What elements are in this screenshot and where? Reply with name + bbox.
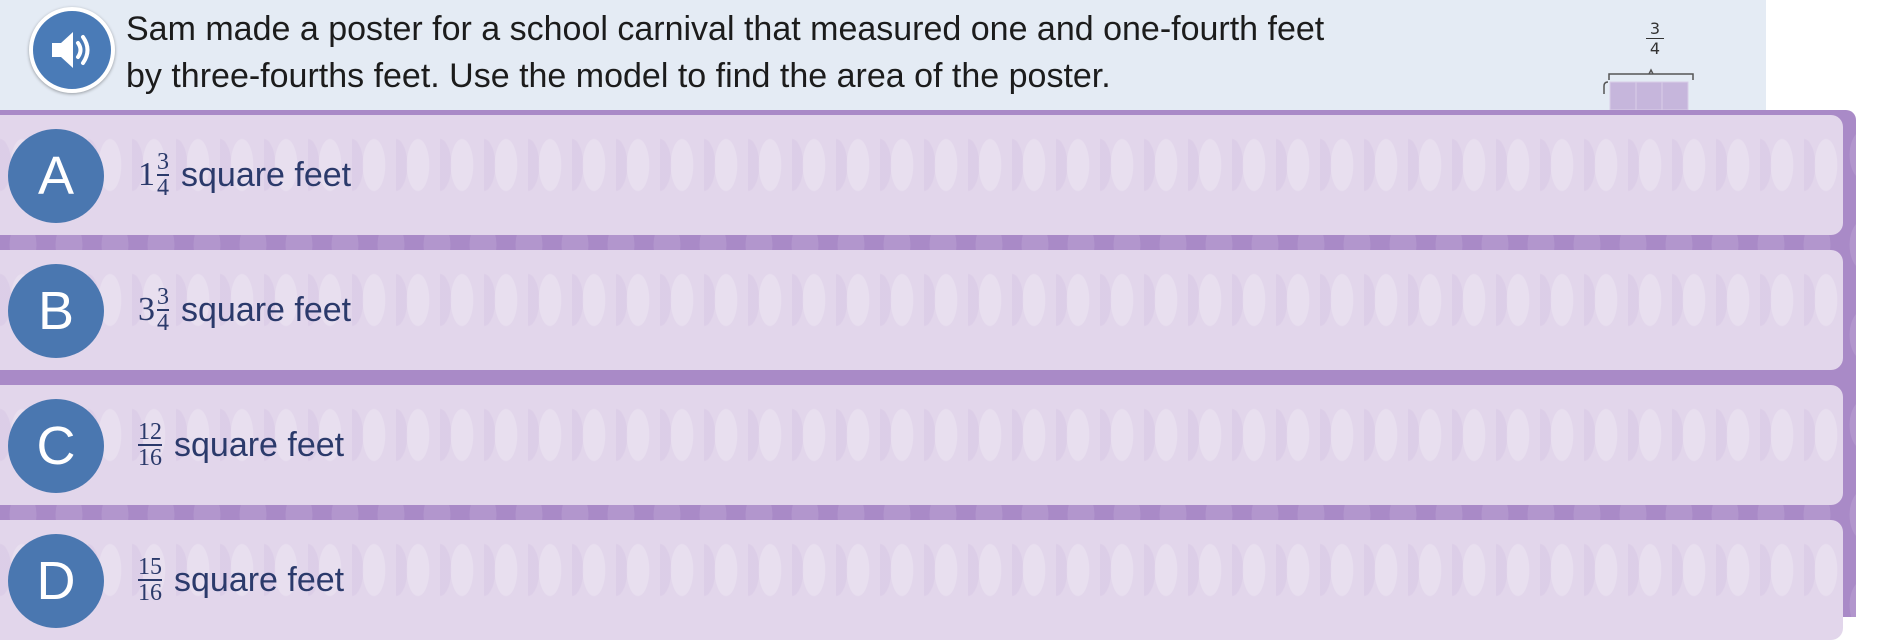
answer-choices: A 1 3 4 square feet B 3 3 4 square feet … xyxy=(0,110,1856,640)
choice-answer: 15 16 square feet xyxy=(138,520,344,640)
choice-letter-badge: C xyxy=(8,399,104,493)
question-text: Sam made a poster for a school carnival … xyxy=(126,6,1416,100)
choice-letter-badge: B xyxy=(8,264,104,358)
fraction: 12 16 xyxy=(138,419,162,471)
model-cell xyxy=(1661,81,1689,110)
model-cell xyxy=(1635,81,1663,110)
numerator: 3 xyxy=(157,149,169,175)
fraction: 3 4 xyxy=(157,284,169,336)
numerator: 15 xyxy=(138,554,162,580)
choice-answer: 12 16 square feet xyxy=(138,385,344,505)
model-width-label: 3 4 xyxy=(1640,20,1670,57)
whole-number: 1 xyxy=(138,156,155,193)
numerator: 12 xyxy=(138,419,162,445)
question-panel: Sam made a poster for a school carnival … xyxy=(0,0,1766,110)
unit-label: square feet xyxy=(181,290,352,329)
choice-letter-badge: A xyxy=(8,129,104,223)
model-label-numerator: 3 xyxy=(1649,19,1661,38)
numerator: 3 xyxy=(157,284,169,310)
choice-answer: 1 3 4 square feet xyxy=(138,115,351,235)
denominator: 4 xyxy=(157,310,169,336)
choice-a[interactable]: A 1 3 4 square feet xyxy=(0,115,1843,235)
choice-d[interactable]: D 15 16 square feet xyxy=(0,520,1843,640)
question-line-2: by three-fourths feet. Use the model to … xyxy=(126,57,1111,95)
audio-button[interactable] xyxy=(29,7,115,93)
fraction: 15 16 xyxy=(138,554,162,606)
choice-c[interactable]: C 12 16 square feet xyxy=(0,385,1843,505)
model-cell xyxy=(1609,81,1637,110)
choice-answer: 3 3 4 square feet xyxy=(138,250,351,370)
unit-label: square feet xyxy=(181,155,352,194)
choice-letter-badge: D xyxy=(8,534,104,628)
model-label-denominator: 4 xyxy=(1649,39,1661,58)
question-line-1: Sam made a poster for a school carnival … xyxy=(126,10,1325,48)
area-model xyxy=(1603,68,1694,110)
denominator: 16 xyxy=(138,445,162,471)
denominator: 16 xyxy=(138,580,162,606)
unit-label: square feet xyxy=(174,425,345,464)
fraction: 3 4 xyxy=(157,149,169,201)
unit-label: square feet xyxy=(174,560,345,599)
denominator: 4 xyxy=(157,175,169,201)
whole-number: 3 xyxy=(138,291,155,328)
speaker-icon xyxy=(52,32,90,68)
choice-b[interactable]: B 3 3 4 square feet xyxy=(0,250,1843,370)
